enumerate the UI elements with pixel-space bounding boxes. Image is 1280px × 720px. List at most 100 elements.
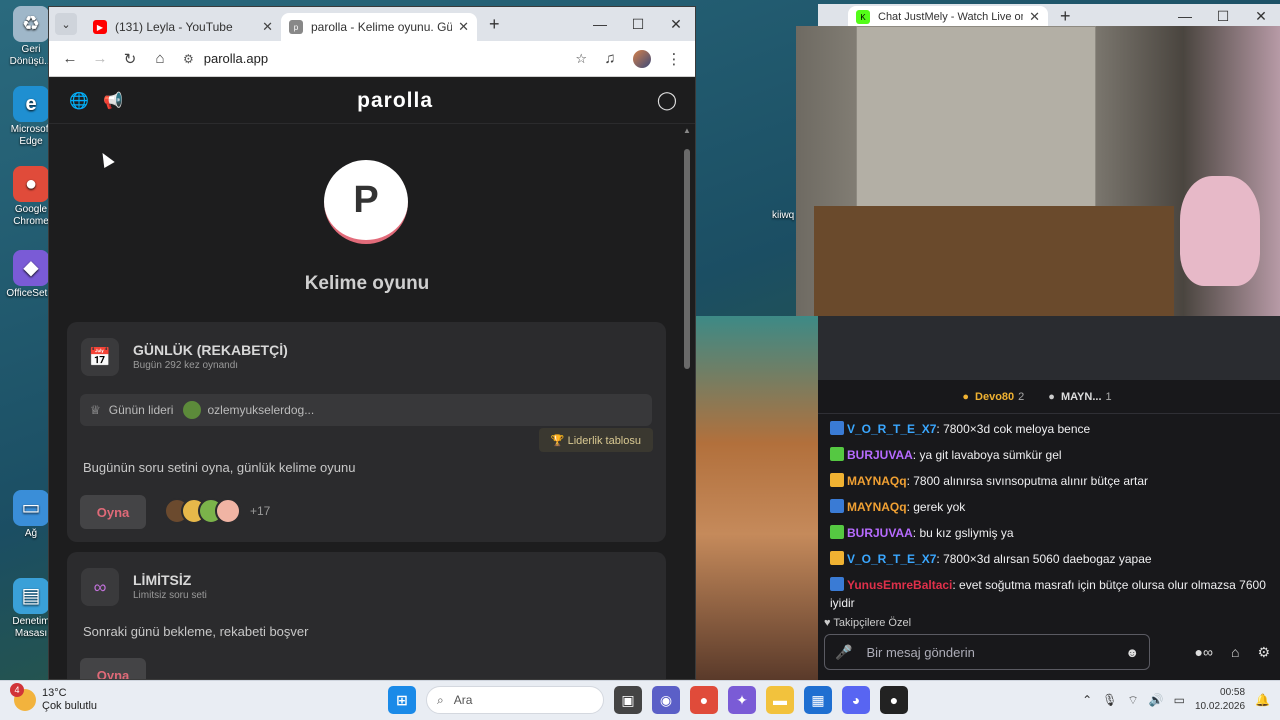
clock-time: 00:58: [1220, 687, 1246, 698]
chrome-icon[interactable]: ●: [690, 686, 718, 714]
menu-kebab-icon[interactable]: ⋮: [659, 50, 689, 68]
forward-icon[interactable]: →: [85, 50, 115, 67]
site-info-icon[interactable]: ⚙: [183, 52, 194, 66]
tab-twitch-chat[interactable]: K Chat JustMely - Watch Live on ✕: [848, 6, 1048, 28]
top-gifters-bar: ● Devo80 2 ● MAYN... 1: [818, 380, 1280, 414]
maximize-icon[interactable]: ☐: [619, 7, 657, 41]
chat-text: 7800×3d alırsan 5060 daebogaz yapae: [943, 552, 1152, 566]
discord-icon[interactable]: ◕: [842, 686, 870, 714]
brand-title: parolla: [357, 88, 433, 112]
clock[interactable]: 00:58 10.02.2026: [1195, 686, 1245, 714]
page-scrollbar[interactable]: ▲: [683, 126, 691, 679]
settings-gear-icon[interactable]: ⚙: [1257, 644, 1270, 661]
leader-name: ozlemyukselerdog...: [207, 403, 315, 417]
chat-username[interactable]: V_O_R_T_E_X7: [847, 422, 936, 436]
reload-icon[interactable]: ↻: [115, 50, 145, 68]
notification-icon[interactable]: 🔔: [1255, 693, 1270, 707]
bookmark-star-icon[interactable]: ☆: [575, 51, 587, 67]
user-badge-icon: [830, 525, 844, 539]
weather-badge: 4: [10, 683, 24, 697]
megaphone-icon[interactable]: 📢: [103, 93, 123, 110]
close-tab-icon[interactable]: ✕: [458, 19, 469, 35]
card-title: GÜNLÜK (REKABETÇİ): [133, 342, 288, 358]
microphone-icon[interactable]: 🎤: [835, 644, 852, 661]
desktop-app-icon: ♻: [13, 6, 49, 42]
video-scene: [814, 206, 1174, 316]
windows-start-icon[interactable]: ⊞: [388, 686, 416, 714]
weather-icon: 4: [10, 683, 36, 711]
url-text: parolla.app: [203, 51, 269, 66]
left-browser-window: ⌄ ▶ (131) Leyla - YouTube ✕ p parolla - …: [48, 6, 696, 680]
chat-text: 7800 alınırsa sıvınsoputma alınır bütçe …: [913, 474, 1149, 488]
file-explorer-icon[interactable]: ▬: [766, 686, 794, 714]
volume-icon[interactable]: 🔊: [1149, 693, 1164, 707]
chat-username[interactable]: BURJUVAA: [847, 448, 913, 462]
chat-username[interactable]: MAYNAQq: [847, 500, 907, 514]
media-control-icon[interactable]: ♫: [595, 50, 625, 67]
battery-icon[interactable]: ▭: [1174, 693, 1185, 707]
play-unlimited-button[interactable]: Oyna: [80, 658, 146, 679]
address-bar-row: ← → ↻ ⌂ ⚙ parolla.app ☆ ♫ ⋮: [49, 41, 695, 77]
close-window-icon[interactable]: ✕: [657, 7, 695, 41]
scroll-up-icon[interactable]: ▲: [683, 126, 691, 135]
leaderboard-button[interactable]: 🏆 Liderlik tablosu: [538, 428, 653, 452]
trophy-icon: ♕: [90, 403, 101, 417]
chevron-up-icon[interactable]: ⌃: [1082, 693, 1092, 707]
task-view-icon[interactable]: ▣: [614, 686, 642, 714]
store-icon[interactable]: ▦: [804, 686, 832, 714]
tab-search-button[interactable]: ⌄: [55, 13, 77, 35]
card-description: Bugünün soru setini oyna, günlük kelime …: [83, 460, 356, 475]
emoji-icon[interactable]: ☻: [1125, 645, 1139, 660]
stream-video[interactable]: [796, 26, 1280, 316]
tab-bar: ⌄ ▶ (131) Leyla - YouTube ✕ p parolla - …: [49, 7, 695, 41]
chat-username[interactable]: MAYNAQq: [847, 474, 907, 488]
coin-icon: ●: [962, 390, 970, 403]
chat-message: BURJUVAA: ya git lavaboya sümkür gel: [818, 442, 1280, 468]
user-badge-icon: [830, 473, 844, 487]
microphone-icon[interactable]: 🎙: [1102, 693, 1117, 707]
globe-icon[interactable]: 🌐: [69, 93, 89, 110]
chat-text: ya git lavaboya sümkür gel: [919, 448, 1062, 462]
teams-icon[interactable]: ◉: [652, 686, 680, 714]
home-icon[interactable]: ⌂: [145, 50, 175, 67]
stream-thumbnail-strip: [818, 316, 1280, 380]
tab-parolla[interactable]: p parolla - Kelime oyunu. Günlük ✕: [281, 13, 477, 41]
user-account-icon[interactable]: ◯: [657, 90, 677, 111]
copilot-icon[interactable]: ✦: [728, 686, 756, 714]
chat-text: gerek yok: [913, 500, 966, 514]
close-tab-icon[interactable]: ✕: [1029, 9, 1040, 25]
tab-youtube[interactable]: ▶ (131) Leyla - YouTube ✕: [85, 13, 281, 41]
chat-input[interactable]: 🎤 Bir mesaj gönderin ☻: [824, 634, 1150, 670]
leader-avatar: [183, 401, 202, 419]
chat-username[interactable]: BURJUVAA: [847, 526, 913, 540]
chat-username[interactable]: YunusEmreBaltaci: [847, 578, 952, 592]
top-user-count: 2: [1018, 390, 1025, 403]
desktop-app-icon: ▤: [13, 578, 49, 614]
user-badge-icon: [830, 447, 844, 461]
close-tab-icon[interactable]: ✕: [262, 19, 273, 35]
url-input[interactable]: ⚙ parolla.app ☆: [175, 44, 595, 73]
tab-title: parolla - Kelime oyunu. Günlük: [311, 20, 452, 34]
new-tab-button[interactable]: +: [489, 14, 500, 35]
chat-message: V_O_R_T_E_X7: 7800×3d cok meloya bence: [818, 416, 1280, 442]
points-icon[interactable]: ●∞: [1195, 644, 1213, 661]
weather-desc: Çok bulutlu: [42, 700, 98, 712]
taskbar-search[interactable]: ⌕ Ara: [426, 686, 604, 714]
steam-icon[interactable]: ●: [880, 686, 908, 714]
user-badge-icon: [830, 421, 844, 435]
new-tab-button[interactable]: +: [1060, 6, 1071, 27]
scroll-thumb[interactable]: [684, 149, 690, 369]
search-placeholder: Ara: [453, 693, 473, 707]
profile-avatar[interactable]: [633, 49, 651, 68]
play-daily-button[interactable]: Oyna: [80, 495, 146, 529]
chat-message: YunusEmreBaltaci: evet soğutma masrafı i…: [818, 572, 1280, 616]
weather-widget[interactable]: 4 13°C Çok bulutlu: [10, 683, 98, 713]
wifi-icon[interactable]: ⌔: [1127, 693, 1138, 708]
desktop-app-icon: e: [13, 86, 49, 122]
chat-username[interactable]: V_O_R_T_E_X7: [847, 552, 936, 566]
store-icon[interactable]: ⌂: [1231, 644, 1239, 661]
top-user-count: 1: [1105, 390, 1112, 403]
back-icon[interactable]: ←: [55, 50, 85, 67]
minimize-icon[interactable]: —: [581, 7, 619, 41]
parolla-icon: p: [289, 20, 303, 34]
